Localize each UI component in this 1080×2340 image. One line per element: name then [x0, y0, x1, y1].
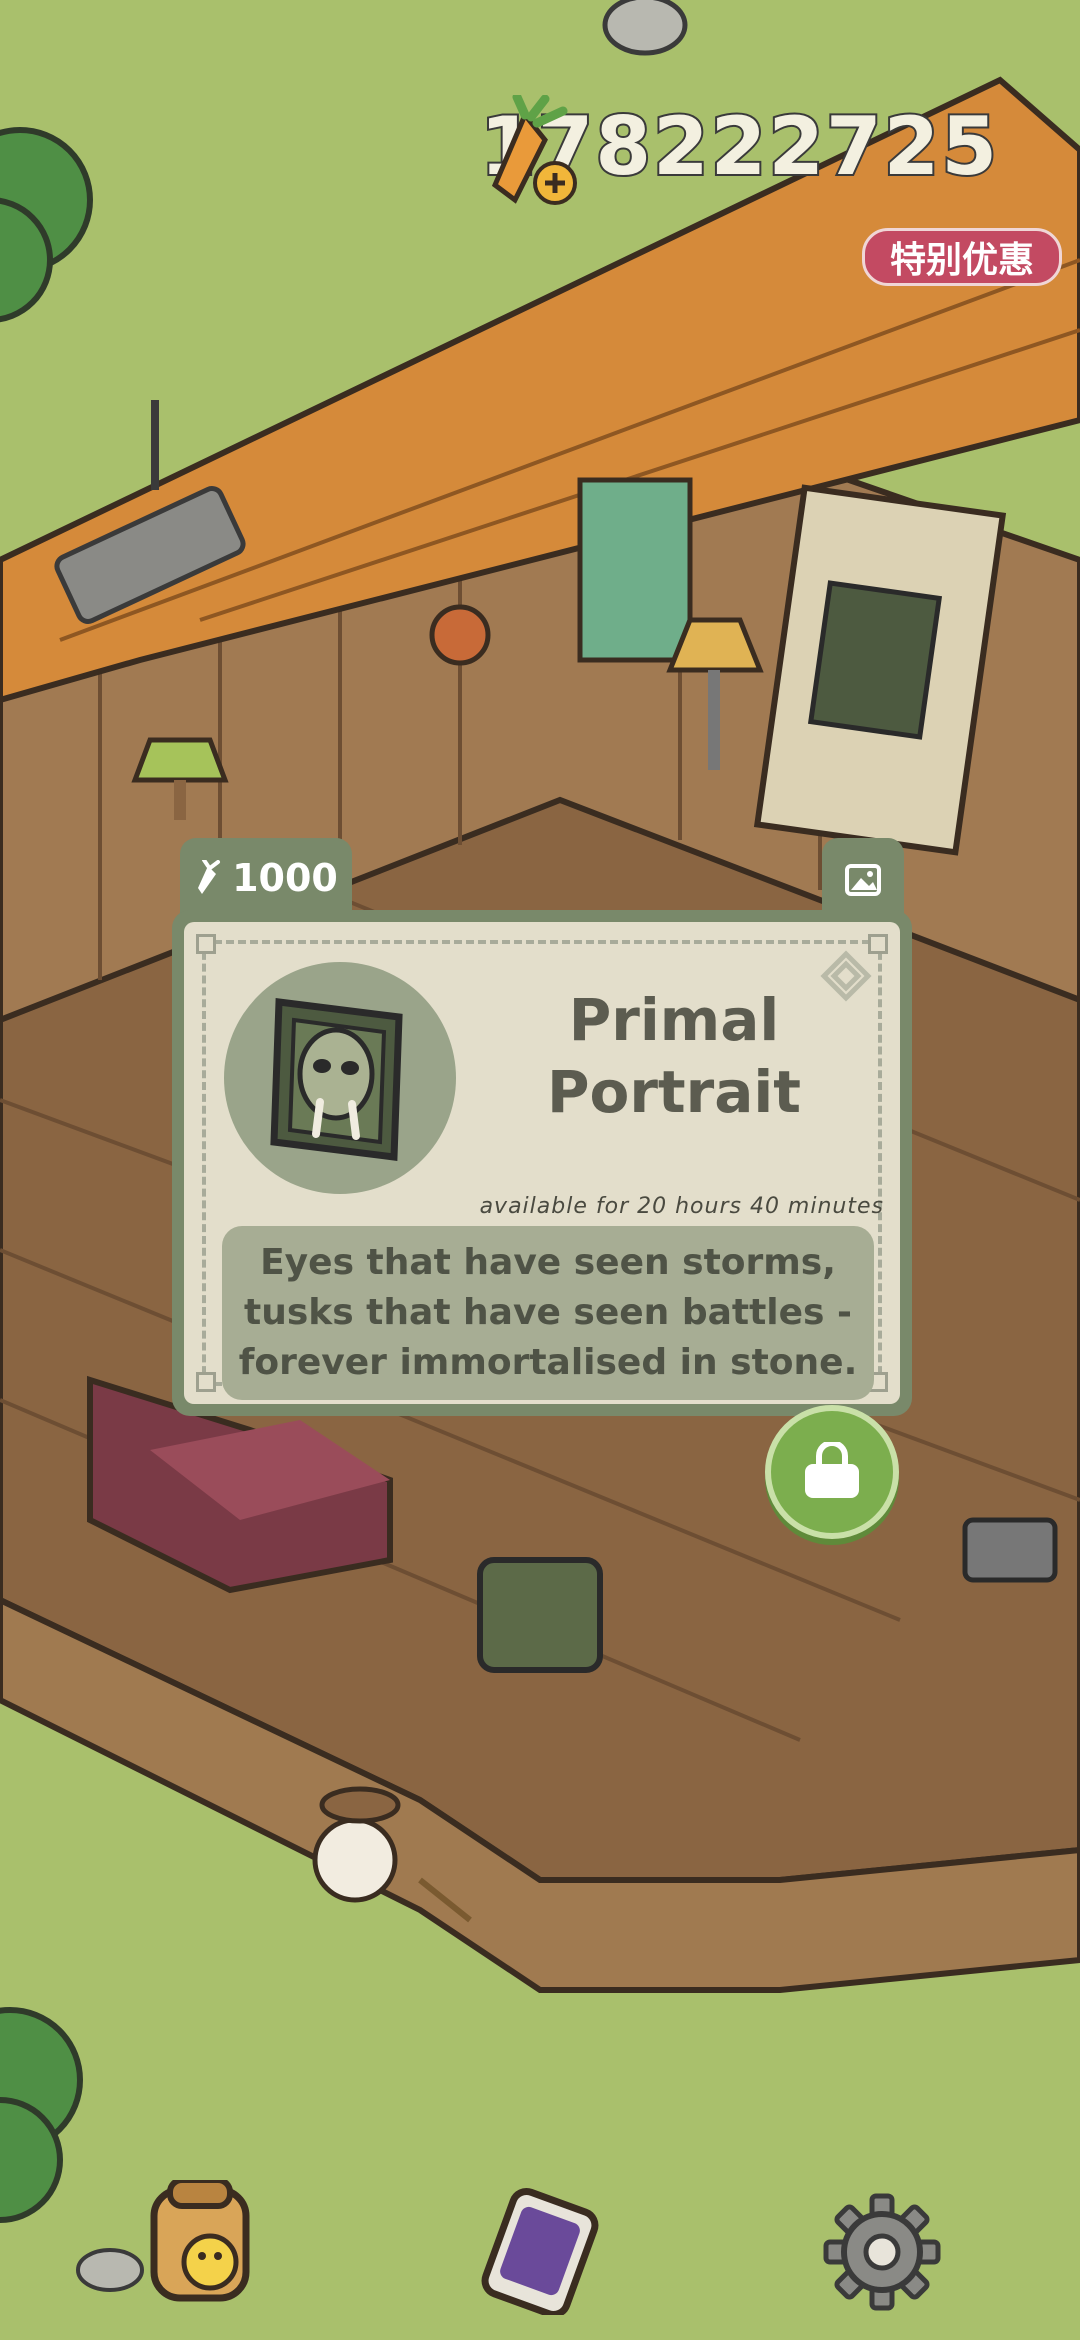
backpack-chick-icon [150, 2177, 250, 2302]
add-carrots-button[interactable] [465, 92, 585, 215]
phone-icon [481, 2187, 599, 2319]
buy-button[interactable] [765, 1405, 899, 1539]
photo-button[interactable] [822, 838, 904, 918]
item-card-panel: Primal Portrait available for 20 hours 4… [172, 910, 912, 1416]
green-door [577, 477, 693, 663]
item-title: Primal Portrait [546, 986, 802, 1126]
price-tab: 1000 [180, 838, 352, 918]
fox-character [429, 604, 491, 666]
item-card-inner: Primal Portrait available for 20 hours 4… [184, 922, 900, 1404]
backpack-button[interactable] [140, 2177, 260, 2310]
availability-text: available for 20 hours 40 minutes [479, 1194, 884, 1219]
item-card: 1000 Primal Portrait available for 20 ho… [172, 838, 912, 1438]
carrot-icon [198, 860, 221, 894]
gear-icon [823, 2193, 941, 2311]
phone-button[interactable] [475, 2185, 605, 2319]
item-description: Eyes that have seen storms, tusks that h… [238, 1242, 858, 1383]
card-corner [196, 1372, 216, 1392]
description-box: Eyes that have seen storms, tusks that h… [222, 1226, 874, 1400]
photo-icon [845, 864, 881, 896]
carrot-icon [491, 92, 577, 205]
stone-pot [477, 1557, 603, 1673]
settings-button[interactable] [820, 2190, 944, 2314]
item-thumbnail [224, 962, 456, 1194]
primal-portrait-image [270, 998, 403, 1161]
shopping-bag-icon [805, 1442, 859, 1498]
special-offer-badge[interactable]: 特别优惠 [862, 228, 1062, 286]
rock-top [602, 0, 688, 56]
item-price: 1000 [232, 856, 338, 900]
card-corner [196, 934, 216, 954]
